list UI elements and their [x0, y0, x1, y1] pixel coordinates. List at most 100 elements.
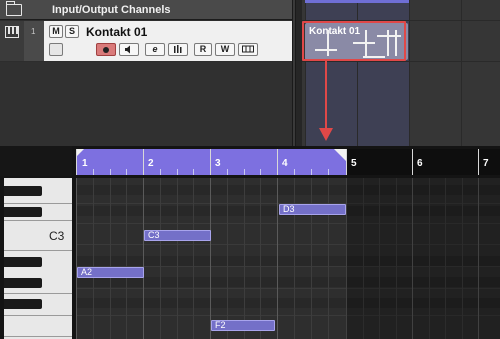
project-window: Input/Output Channels 1 M S Kontakt 01 e… [0, 0, 500, 146]
grid-beat-line [311, 178, 312, 339]
ruler-beat-tick [260, 169, 261, 175]
ruler-bar-number: 7 [483, 158, 489, 169]
lanes-button[interactable] [238, 43, 258, 56]
ruler-bar-tick [478, 149, 479, 175]
record-icon [103, 47, 109, 53]
monitor-icon [125, 45, 130, 54]
white-key-divider [4, 220, 72, 221]
read-automation-button[interactable]: R [194, 43, 212, 56]
ruler[interactable]: 1 2 3 4 5 6 7 [76, 149, 500, 175]
ruler-beat-tick [294, 169, 295, 175]
ruler-beat-tick [93, 169, 94, 175]
monitor-button[interactable] [119, 43, 139, 56]
track-divider [302, 61, 500, 62]
ruler-bar-tick [346, 149, 347, 175]
ruler-bar-number: 3 [215, 158, 221, 169]
folder-track-title: Input/Output Channels [52, 4, 171, 16]
highlight-box [302, 21, 406, 61]
track-type-column [0, 21, 24, 61]
ruler-bar-number: 5 [351, 158, 357, 169]
cycle-marker [305, 0, 409, 3]
write-automation-button[interactable]: W [215, 43, 235, 56]
edit-instrument-button[interactable]: e [145, 43, 165, 56]
white-key-divider [4, 203, 72, 204]
track-controls: M S Kontakt 01 e R W [44, 21, 292, 61]
grid-beat-line [227, 178, 228, 339]
white-key-divider [4, 250, 72, 251]
track-name[interactable]: Kontakt 01 [86, 25, 147, 39]
grid-beat-line [177, 178, 178, 339]
folder-track-row[interactable]: Input/Output Channels [0, 0, 292, 20]
ruler-beat-tick [244, 169, 245, 175]
key-editor: 1 2 3 4 5 6 7 C3 D3 C3 A2 F2 [0, 146, 500, 339]
midi-note[interactable]: A2 [77, 267, 144, 278]
c3-key-label: C3 [49, 229, 65, 243]
piano-icon [5, 26, 19, 38]
grid-beat-line [294, 178, 295, 339]
grid-beat-line [244, 178, 245, 339]
black-key[interactable] [4, 186, 42, 196]
ruler-bar-tick [277, 149, 278, 175]
black-key[interactable] [4, 299, 42, 309]
grid-beat-line [93, 178, 94, 339]
ruler-beat-tick [227, 169, 228, 175]
ruler-beat-tick [160, 169, 161, 175]
ruler-beat-tick [311, 169, 312, 175]
black-key[interactable] [4, 207, 42, 217]
ruler-bar-number: 1 [82, 158, 88, 169]
editor-corner [0, 146, 72, 176]
black-key[interactable] [4, 257, 42, 267]
callout-arrow [325, 61, 327, 131]
bar-line [461, 0, 462, 146]
midi-note[interactable]: C3 [144, 230, 211, 241]
mute-button[interactable]: M [49, 25, 63, 38]
ruler-bar-tick [76, 149, 77, 175]
ruler-bar-number: 4 [282, 158, 288, 169]
ruler-bar-tick [412, 149, 413, 175]
track-color-button[interactable] [49, 43, 63, 56]
track-list: Input/Output Channels 1 M S Kontakt 01 e… [0, 0, 292, 146]
midi-note[interactable]: F2 [211, 320, 275, 331]
ruler-beat-tick [126, 169, 127, 175]
channel-settings-button[interactable] [168, 43, 188, 56]
black-key[interactable] [4, 278, 42, 288]
solo-button[interactable]: S [65, 25, 79, 38]
grid-beat-line [193, 178, 194, 339]
lanes-icon [242, 45, 254, 53]
ruler-bar-tick [143, 149, 144, 175]
ruler-beat-tick [177, 169, 178, 175]
ruler-bar-number: 6 [417, 158, 423, 169]
instrument-track-row[interactable]: 1 M S Kontakt 01 e R W [0, 21, 292, 61]
ruler-beat-tick [110, 169, 111, 175]
mixer-icon [174, 45, 182, 53]
bar-line [409, 0, 410, 146]
ruler-cycle-range[interactable] [76, 149, 346, 175]
white-key-divider [4, 336, 72, 337]
cycle-end-marker[interactable] [334, 149, 346, 161]
midi-note[interactable]: D3 [279, 204, 346, 215]
ruler-bar-number: 2 [148, 158, 154, 169]
track-number: 1 [31, 27, 36, 36]
note-grid[interactable]: D3 C3 A2 F2 [76, 178, 500, 339]
grid-beat-line [110, 178, 111, 339]
cycle-start-marker[interactable] [76, 149, 84, 157]
record-enable-button[interactable] [96, 43, 116, 56]
grid-bar-line [277, 178, 278, 339]
grid-beat-line [126, 178, 127, 339]
grid-beat-line [160, 178, 161, 339]
white-key-divider [4, 315, 72, 316]
grid-bar-line [76, 178, 77, 339]
folder-icon[interactable] [6, 1, 22, 16]
ruler-beat-tick [193, 169, 194, 175]
grid-beat-line [328, 178, 329, 339]
white-key-divider [4, 293, 72, 294]
piano-keyboard[interactable]: C3 [4, 178, 72, 339]
callout-arrow-head [319, 128, 333, 141]
grid-bar-line [210, 178, 211, 339]
grid-bar-line [143, 178, 144, 339]
ruler-beat-tick [328, 169, 329, 175]
outside-part-area [346, 178, 500, 339]
ruler-bar-tick [210, 149, 211, 175]
track-list-empty-area[interactable] [0, 62, 292, 146]
grid-beat-line [260, 178, 261, 339]
